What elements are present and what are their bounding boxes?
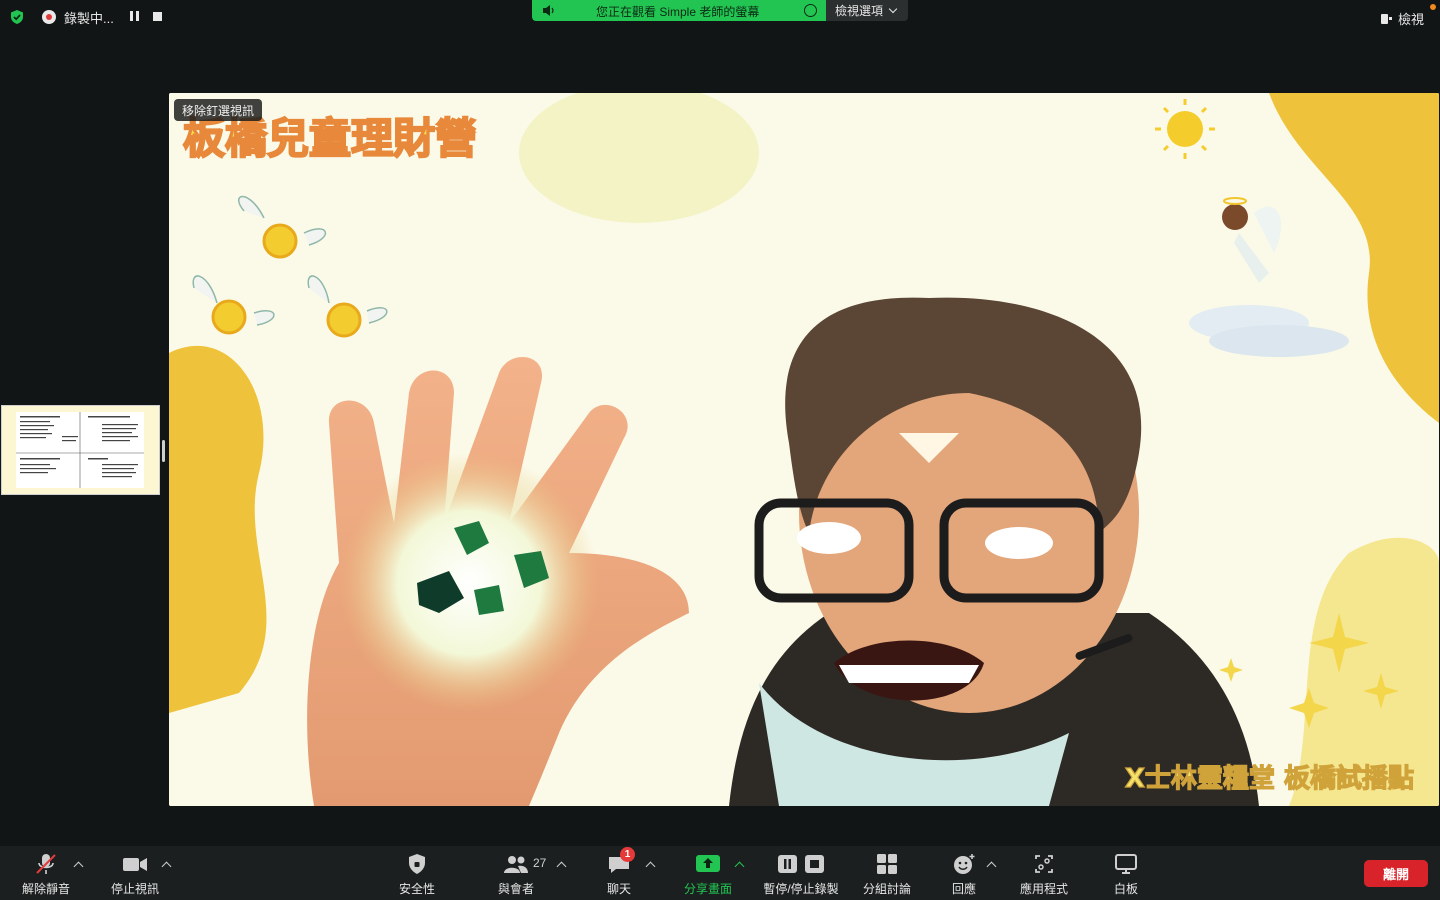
view-label: 檢視 bbox=[1397, 12, 1424, 27]
chat-label: 聊天 bbox=[606, 882, 631, 896]
apps-label: 應用程式 bbox=[1019, 882, 1068, 896]
leave-button[interactable]: 離開 bbox=[1364, 860, 1428, 887]
viewing-screen-banner: 您正在觀看 Simple 老師的螢幕 bbox=[532, 0, 826, 21]
video-footer-text: X士林靈糧堂 板橋試播點 bbox=[1125, 763, 1414, 794]
top-bar: 錄製中... 您正在觀看 Simple 老師的螢幕 檢視選項 檢視 bbox=[0, 0, 1440, 36]
smiley-plus-icon bbox=[954, 854, 975, 874]
whiteboard-icon bbox=[1115, 854, 1137, 874]
viewing-banner-text: 您正在觀看 Simple 老師的螢幕 bbox=[596, 5, 760, 19]
share-screen-icon bbox=[696, 855, 720, 872]
stop-video-label: 停止視訊 bbox=[110, 882, 159, 896]
stop-recording-icon[interactable] bbox=[153, 12, 162, 21]
zoom-meeting-window: 錄製中... 您正在觀看 Simple 老師的螢幕 檢視選項 檢視 板橋兒童理財… bbox=[0, 0, 1440, 900]
chat-icon: 1 bbox=[606, 847, 635, 875]
participants-count: 27 bbox=[533, 856, 547, 870]
audio-options-caret-icon[interactable] bbox=[73, 861, 84, 872]
view-options-label: 檢視選項 bbox=[835, 4, 884, 18]
view-options-button[interactable]: 檢視選項 bbox=[826, 0, 908, 21]
chat-caret-icon[interactable] bbox=[645, 861, 656, 872]
view-icon bbox=[1380, 13, 1392, 25]
shared-screen-thumbnail[interactable] bbox=[1, 405, 160, 495]
whiteboard-button[interactable]: 白板 bbox=[1108, 846, 1144, 900]
chat-badge: 1 bbox=[620, 847, 635, 862]
breakout-rooms-button[interactable]: 分組討論 bbox=[860, 846, 914, 900]
participants-button[interactable]: 27 與會者 bbox=[492, 846, 546, 900]
share-options-caret-icon[interactable] bbox=[734, 861, 745, 872]
pause-recording-icon[interactable] bbox=[130, 11, 140, 21]
apps-icon bbox=[1035, 855, 1053, 873]
reactions-caret-icon[interactable] bbox=[986, 861, 997, 872]
info-circle-icon[interactable] bbox=[804, 4, 817, 17]
reactions-label: 回應 bbox=[951, 882, 976, 896]
pause-stop-recording-button[interactable]: 暫停/停止錄製 bbox=[758, 846, 844, 900]
chat-button[interactable]: 1 聊天 bbox=[598, 846, 640, 900]
thumbnail-document-image bbox=[2, 406, 159, 494]
participants-label: 與會者 bbox=[497, 882, 534, 896]
speaker-icon bbox=[543, 5, 554, 16]
shield-check-icon[interactable] bbox=[9, 9, 25, 25]
chevron-down-icon bbox=[888, 4, 898, 14]
microphone-muted-icon bbox=[36, 854, 56, 874]
thumbnail-resize-handle[interactable] bbox=[162, 440, 165, 462]
apps-button[interactable]: 應用程式 bbox=[1016, 846, 1072, 900]
stop-video-button[interactable]: 停止視訊 bbox=[106, 846, 164, 900]
reactions-button[interactable]: 回應 bbox=[946, 846, 982, 900]
pinned-video[interactable]: 板橋兒童理財營 X士林靈糧堂 板橋試播點 bbox=[169, 93, 1439, 806]
whiteboard-label: 白板 bbox=[1113, 882, 1138, 896]
notification-dot bbox=[1430, 4, 1436, 10]
video-frame-image: 板橋兒童理財營 X士林靈糧堂 板橋試播點 bbox=[169, 93, 1439, 806]
breakout-rooms-label: 分組討論 bbox=[862, 882, 911, 896]
pause-stop-icon bbox=[778, 855, 824, 873]
recording-indicator: 錄製中... bbox=[42, 8, 114, 26]
security-label: 安全性 bbox=[398, 882, 435, 896]
breakout-rooms-icon bbox=[877, 854, 897, 874]
participants-caret-icon[interactable] bbox=[556, 861, 567, 872]
shield-icon bbox=[409, 854, 425, 874]
unmute-button[interactable]: 解除靜音 bbox=[18, 846, 74, 900]
video-camera-icon bbox=[123, 858, 147, 871]
share-screen-button[interactable]: 分享畫面 bbox=[680, 846, 736, 900]
share-screen-label: 分享畫面 bbox=[683, 882, 732, 896]
security-button[interactable]: 安全性 bbox=[392, 846, 442, 900]
pause-stop-recording-label: 暫停/停止錄製 bbox=[763, 882, 839, 896]
participants-icon: 27 bbox=[503, 853, 546, 875]
video-title-text: 板橋兒童理財營 bbox=[183, 114, 477, 163]
remove-pin-button[interactable]: 移除釘選視訊 bbox=[174, 99, 263, 121]
recording-icon bbox=[42, 10, 56, 24]
recording-label: 錄製中... bbox=[64, 10, 114, 26]
meeting-toolbar: 解除靜音 停止視訊 安全性 27 與會者 1 聊天 分享畫面 暫停/停止錄製 分… bbox=[0, 846, 1440, 900]
view-button[interactable]: 檢視 bbox=[1380, 9, 1424, 28]
unmute-label: 解除靜音 bbox=[21, 882, 70, 896]
